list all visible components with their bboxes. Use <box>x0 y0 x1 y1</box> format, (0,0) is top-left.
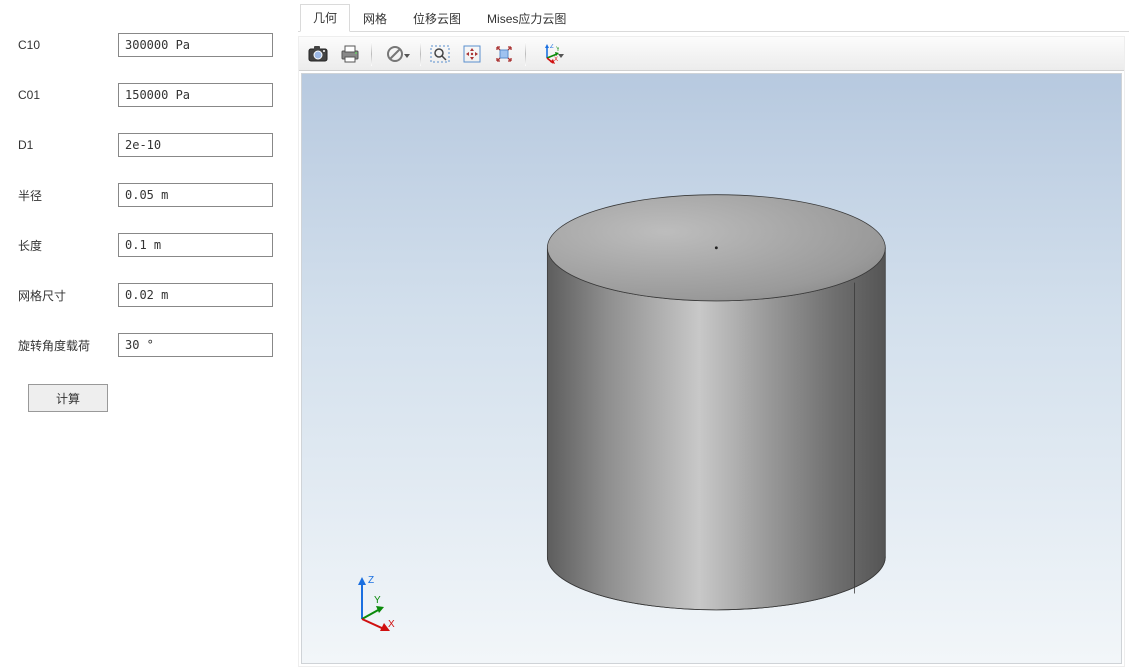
triad-y-label: Y <box>374 595 381 606</box>
form-row: 网格尺寸 <box>18 270 286 320</box>
tab-mesh[interactable]: 网格 <box>350 5 400 32</box>
field-label: 长度 <box>18 237 118 254</box>
geometry-viewport[interactable]: Z Y X <box>301 73 1122 664</box>
toolbar-separator <box>371 42 372 66</box>
rotation-load-field[interactable] <box>118 333 273 357</box>
viewer-frame: Z Y X <box>298 36 1125 667</box>
length-field[interactable] <box>118 233 273 257</box>
form-row: 旋转角度载荷 <box>18 320 286 370</box>
fit-view-button[interactable] <box>489 40 519 68</box>
cancel-icon <box>386 45 404 63</box>
svg-text:Y: Y <box>556 47 559 53</box>
field-label: 网格尺寸 <box>18 287 118 304</box>
radius-field[interactable] <box>118 183 273 207</box>
toolbar-separator <box>525 42 526 66</box>
form-row: 半径 <box>18 170 286 220</box>
viewer-toolbar: Z Y X <box>299 37 1124 71</box>
app-root: C10 C01 D1 半径 长度 网格尺寸 旋转角度载荷 计算 <box>0 0 1129 671</box>
toolbar-separator <box>420 42 421 66</box>
camera-icon <box>308 45 328 63</box>
field-label: C01 <box>18 88 118 102</box>
printer-icon <box>340 45 360 63</box>
axes-icon: Z Y X <box>539 44 559 64</box>
form-row: 长度 <box>18 220 286 270</box>
print-button[interactable] <box>335 40 365 68</box>
cylinder-geometry <box>302 74 1121 663</box>
mesh-size-field[interactable] <box>118 283 273 307</box>
svg-text:X: X <box>554 57 558 63</box>
pan-button[interactable] <box>457 40 487 68</box>
zoom-box-button[interactable] <box>425 40 455 68</box>
tab-bar: 几何 网格 位移云图 Mises应力云图 <box>298 8 1129 32</box>
tab-geometry[interactable]: 几何 <box>300 4 350 32</box>
cancel-button[interactable] <box>376 40 414 68</box>
field-label: C10 <box>18 38 118 52</box>
form-row: C01 <box>18 70 286 120</box>
orientation-triad: Z Y X <box>344 573 404 633</box>
triad-z-label: Z <box>368 575 374 586</box>
pan-icon <box>462 44 482 64</box>
form-row: D1 <box>18 120 286 170</box>
d1-field[interactable] <box>118 133 273 157</box>
compute-button[interactable]: 计算 <box>28 384 108 412</box>
c01-field[interactable] <box>118 83 273 107</box>
zoom-box-icon <box>430 45 450 63</box>
orientation-button[interactable]: Z Y X <box>530 40 568 68</box>
tab-displacement[interactable]: 位移云图 <box>400 5 474 32</box>
c10-field[interactable] <box>118 33 273 57</box>
parameter-form: C10 C01 D1 半径 长度 网格尺寸 旋转角度载荷 计算 <box>0 0 298 671</box>
snapshot-button[interactable] <box>303 40 333 68</box>
tab-mises[interactable]: Mises应力云图 <box>474 5 579 32</box>
field-label: 旋转角度载荷 <box>18 337 118 354</box>
field-label: D1 <box>18 138 118 152</box>
svg-text:Z: Z <box>550 44 554 50</box>
form-row: C10 <box>18 20 286 70</box>
triad-x-label: X <box>388 619 395 630</box>
field-label: 半径 <box>18 187 118 204</box>
button-row: 计算 <box>18 384 286 412</box>
fit-view-icon <box>494 44 514 64</box>
viewer-panel: 几何 网格 位移云图 Mises应力云图 <box>298 0 1129 671</box>
